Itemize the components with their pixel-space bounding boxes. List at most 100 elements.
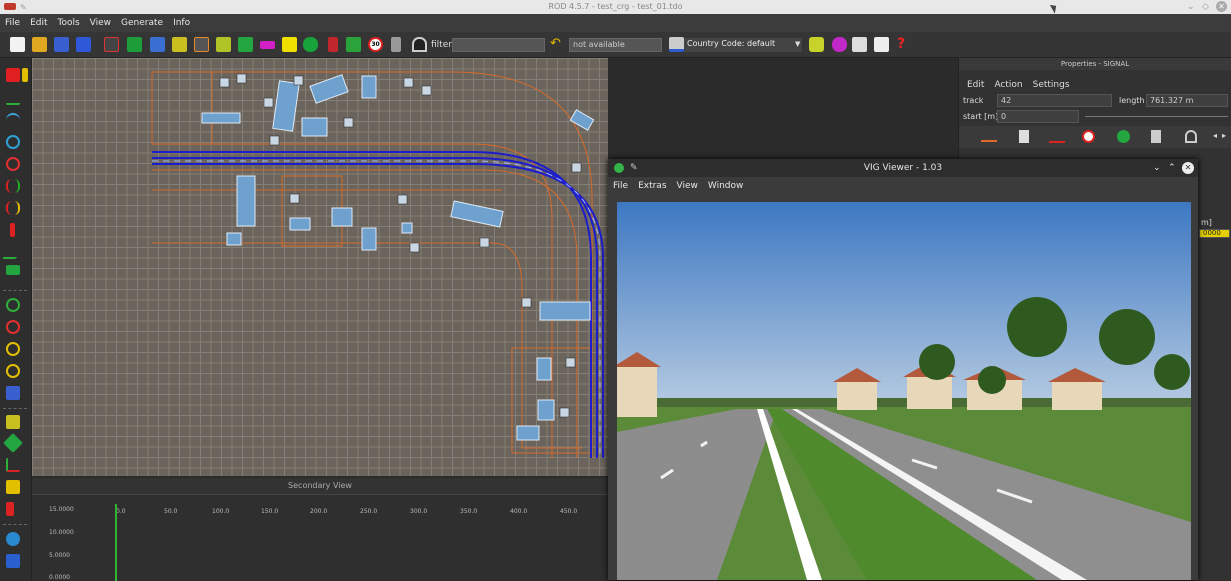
- vig-menu-view[interactable]: View: [672, 177, 703, 195]
- save-as-icon[interactable]: [76, 37, 91, 52]
- lane-icon[interactable]: [194, 37, 209, 52]
- grid-icon[interactable]: [172, 37, 187, 52]
- barrier-icon[interactable]: [328, 37, 338, 52]
- menu-edit[interactable]: Edit: [25, 14, 52, 32]
- road-view-icon[interactable]: [346, 37, 361, 52]
- speed-signal-icon[interactable]: [1082, 130, 1095, 143]
- split-tool-icon[interactable]: [10, 223, 15, 237]
- 3d-scene-view[interactable]: [617, 202, 1191, 580]
- select-mode-icon[interactable]: [22, 68, 28, 82]
- vig-pin-icon[interactable]: ✎: [630, 159, 638, 177]
- zoom-in-icon[interactable]: [6, 298, 20, 312]
- tree-signal-icon[interactable]: [1117, 130, 1130, 143]
- junction-icon[interactable]: [150, 37, 165, 52]
- elevation-tool-icon[interactable]: [6, 458, 20, 472]
- track-select[interactable]: 42: [997, 94, 1112, 107]
- start-field[interactable]: 0: [997, 110, 1079, 123]
- toolbox-divider: [3, 524, 27, 525]
- road-tool-icon[interactable]: [127, 37, 142, 52]
- filter-input[interactable]: [452, 38, 545, 52]
- y-tick-label: 10.0000: [49, 529, 74, 536]
- spiral-tool-icon[interactable]: [6, 179, 20, 193]
- menu-file[interactable]: File: [0, 14, 25, 32]
- monitor-icon[interactable]: [669, 37, 684, 52]
- menu-generate[interactable]: Generate: [116, 14, 168, 32]
- maximize-icon[interactable]: ◇: [1202, 0, 1209, 14]
- properties-header: Properties - SIGNAL: [959, 58, 1231, 70]
- marker-icon[interactable]: [282, 37, 297, 52]
- vig-viewer-icon[interactable]: [809, 37, 824, 52]
- open-folder-icon[interactable]: [32, 37, 47, 52]
- object-tool-icon[interactable]: [6, 502, 14, 516]
- scroll-left-icon[interactable]: ◂: [1213, 131, 1217, 140]
- vig-maximize-icon[interactable]: ⌃: [1168, 159, 1176, 177]
- close-icon[interactable]: ✕: [1216, 1, 1227, 12]
- height-tool-icon[interactable]: [3, 433, 23, 453]
- minimize-icon[interactable]: ⌄: [1187, 0, 1195, 14]
- connect-tool-icon[interactable]: [1, 245, 25, 259]
- graph-view-canvas[interactable]: [32, 58, 608, 476]
- secondary-view-panel[interactable]: 15.0000 10.0000 5.0000 0.0000 0.0 50.0 1…: [32, 494, 608, 581]
- layer-icon[interactable]: [6, 386, 20, 400]
- tunnel-signal-icon[interactable]: [1185, 130, 1197, 143]
- cone-icon[interactable]: [391, 37, 401, 52]
- tool-extra-icon[interactable]: [6, 554, 20, 568]
- signal-marker: [343, 117, 354, 128]
- help-icon[interactable]: ?: [897, 36, 905, 52]
- vig-menu-window[interactable]: Window: [703, 177, 749, 195]
- type-signal-icon[interactable]: [1049, 130, 1065, 143]
- properties-menu-settings[interactable]: Settings: [1028, 76, 1075, 94]
- building-object: [361, 227, 377, 251]
- vig-menu-extras[interactable]: Extras: [633, 177, 671, 195]
- barrier-signal-icon[interactable]: [1151, 130, 1161, 143]
- arc-tool-icon[interactable]: [6, 113, 20, 127]
- draw-curve-icon[interactable]: [104, 37, 119, 52]
- tunnel-icon[interactable]: [412, 37, 427, 52]
- zoom-fit-icon[interactable]: [6, 342, 20, 356]
- road-signal-icon[interactable]: [981, 131, 997, 142]
- surface-grid-icon[interactable]: [216, 37, 231, 52]
- line-tool-icon[interactable]: [6, 91, 20, 105]
- side-value-field[interactable]: 0000: [1199, 229, 1230, 238]
- zoom-reset-icon[interactable]: [6, 364, 20, 378]
- properties-menu-action[interactable]: Action: [989, 76, 1027, 94]
- secondary-view-header: Secondary View: [32, 478, 608, 494]
- speed-sign-icon[interactable]: 30: [368, 37, 383, 52]
- menu-view[interactable]: View: [85, 14, 116, 32]
- chevron-down-icon[interactable]: ▼: [795, 40, 800, 48]
- plugin-icon[interactable]: [832, 37, 847, 52]
- menu-info[interactable]: Info: [168, 14, 195, 32]
- circle-tool-icon[interactable]: [6, 135, 20, 149]
- grid-tool-icon[interactable]: [6, 415, 20, 429]
- preferences-icon[interactable]: [852, 37, 867, 52]
- start-slider[interactable]: [1085, 116, 1228, 117]
- properties-menu-edit[interactable]: Edit: [962, 76, 989, 94]
- signal-tool-icon[interactable]: [6, 480, 20, 494]
- vig-menu-file[interactable]: File: [608, 177, 633, 195]
- building-object: [236, 175, 256, 227]
- marker-signal-icon[interactable]: [1019, 130, 1029, 143]
- vig-minimize-icon[interactable]: ⌄: [1153, 159, 1161, 177]
- zoom-out-icon[interactable]: [6, 320, 20, 334]
- terrain-icon[interactable]: [238, 37, 253, 52]
- object-icon[interactable]: [260, 41, 275, 49]
- globe-icon[interactable]: [6, 532, 20, 546]
- clipboard-icon[interactable]: [874, 37, 889, 52]
- scroll-right-icon[interactable]: ▸: [1222, 131, 1226, 140]
- loop-tool-icon[interactable]: [6, 157, 20, 171]
- new-file-icon[interactable]: [10, 37, 25, 52]
- terrain-tool-icon[interactable]: [6, 265, 20, 275]
- clothoid-tool-icon[interactable]: [6, 201, 20, 215]
- select-arrow-icon[interactable]: [6, 68, 20, 82]
- pin-icon[interactable]: ✎: [20, 1, 27, 15]
- vig-close-icon[interactable]: ✕: [1182, 162, 1194, 174]
- tree-icon[interactable]: [303, 37, 318, 52]
- menu-tools[interactable]: Tools: [53, 14, 85, 32]
- undo-icon[interactable]: ↶: [550, 36, 561, 51]
- x-tick-label: 400.0: [510, 508, 528, 515]
- tree: [1099, 309, 1155, 365]
- save-icon[interactable]: [54, 37, 69, 52]
- country-code-select[interactable]: Country Code: default: [684, 38, 802, 52]
- app-logo-icon: [4, 3, 16, 10]
- position-cursor-line[interactable]: [115, 504, 117, 581]
